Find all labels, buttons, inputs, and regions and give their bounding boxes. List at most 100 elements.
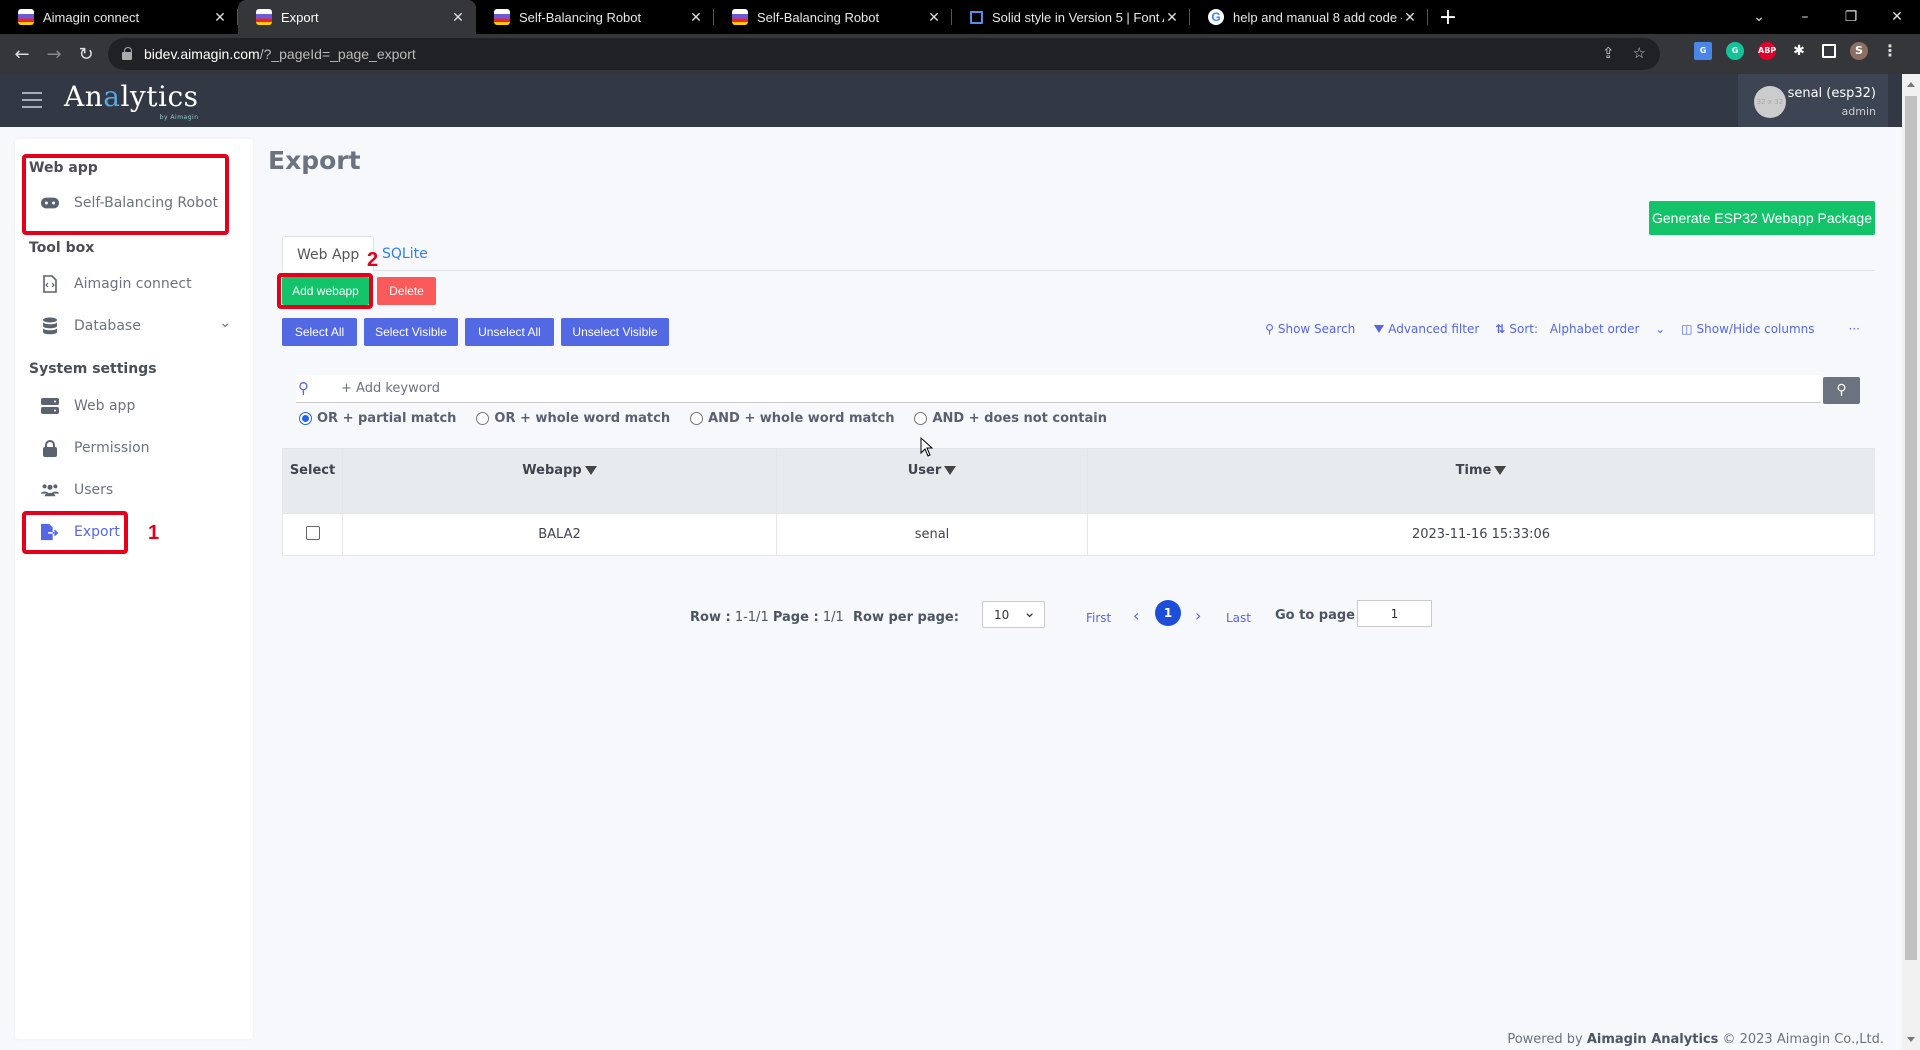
reload-icon[interactable]: ↻ <box>70 44 102 65</box>
browser-tab-active[interactable]: Export ✕ <box>238 0 476 34</box>
unselect-all-button[interactable]: Unselect All <box>465 318 554 346</box>
first-page-link[interactable]: First <box>1086 611 1111 625</box>
side-panel-icon[interactable] <box>1822 44 1836 58</box>
column-header-select: Select <box>282 448 343 514</box>
radio-or-partial-match[interactable]: OR + partial match <box>299 411 456 426</box>
column-header-user[interactable]: User <box>776 448 1088 514</box>
tab-web-app[interactable]: Web App <box>282 236 375 272</box>
sort-dropdown[interactable]: ⇅ Sort: Alphabet order ⌄ <box>1495 322 1665 336</box>
analytics-logo[interactable]: Analytics by Aimagin <box>64 80 199 121</box>
rows-per-page-label: Row per page: <box>853 610 959 625</box>
sidebar: Web app Self-Balancing Robot Tool box Ai… <box>15 139 253 1039</box>
select-all-button[interactable]: Select All <box>282 318 357 346</box>
show-search-link[interactable]: ⚲ Show Search <box>1265 322 1355 336</box>
file-code-icon <box>41 275 59 293</box>
close-window-icon[interactable]: ✕ <box>1874 0 1920 34</box>
filter-icon[interactable] <box>944 466 957 475</box>
scroll-up-icon[interactable] <box>1907 82 1915 87</box>
hamburger-menu-icon[interactable] <box>22 92 42 108</box>
close-tab-icon[interactable]: ✕ <box>688 9 704 26</box>
browser-tab[interactable]: Ghelp and manual 8 add code - G ✕ <box>1190 0 1428 34</box>
filter-icon[interactable] <box>584 466 597 475</box>
match-mode-options: OR + partial match OR + whole word match… <box>299 411 1107 426</box>
forward-icon[interactable]: → <box>38 44 70 65</box>
tab-search-icon[interactable]: ⌄ <box>1736 0 1782 34</box>
chevron-down-icon[interactable]: ⌄ <box>219 315 231 331</box>
delete-button[interactable]: Delete <box>377 277 436 305</box>
browser-tab[interactable]: Self-Balancing Robot ✕ <box>714 0 952 34</box>
sidebar-item-web-app[interactable]: Web app <box>41 397 135 415</box>
restore-icon[interactable]: ❐ <box>1828 0 1874 34</box>
lock-icon <box>41 439 59 457</box>
new-tab-button[interactable]: + <box>1428 0 1468 34</box>
cell-webapp: BALA2 <box>342 513 777 556</box>
page-number-current[interactable]: 1 <box>1155 600 1181 626</box>
server-icon <box>41 397 59 415</box>
radio-or-whole-word-match[interactable]: OR + whole word match <box>476 411 670 426</box>
adblock-extension-icon[interactable]: ABP <box>1758 42 1776 60</box>
close-tab-icon[interactable]: ✕ <box>1164 9 1180 26</box>
profile-avatar[interactable]: S <box>1850 42 1868 60</box>
search-input[interactable]: + Add keyword <box>341 381 440 396</box>
unselect-visible-button[interactable]: Unselect Visible <box>561 318 669 346</box>
sidebar-item-database[interactable]: Database ⌄ <box>41 315 231 335</box>
tab-sqlite[interactable]: SQLite <box>376 236 434 272</box>
annotation-number-2: 2 <box>367 249 379 271</box>
close-tab-icon[interactable]: ✕ <box>212 9 228 26</box>
column-header-webapp[interactable]: Webapp <box>342 448 777 514</box>
export-table: Select Webapp User Time BALA2 senal 2023… <box>282 448 1875 556</box>
highlight-box-web-app <box>22 154 229 235</box>
advanced-filter-link[interactable]: Advanced filter <box>1371 322 1479 336</box>
extensions-puzzle-icon[interactable]: ✱ <box>1790 42 1808 60</box>
keyword-search-field[interactable]: ⚲ + Add keyword <box>296 375 1821 403</box>
pagination: Row : 1-1/1 Page : 1/1 Row per page: 10 … <box>690 600 1432 634</box>
show-hide-columns-link[interactable]: ◫ Show/Hide columns <box>1681 322 1814 336</box>
table-toolbar: ⚲ Show Search Advanced filter ⇅ Sort: Alph… <box>1265 322 1860 336</box>
minimize-icon[interactable]: – <box>1782 0 1828 34</box>
highlight-box-export <box>22 511 128 554</box>
translate-extension-icon[interactable]: G <box>1694 42 1712 60</box>
back-icon[interactable]: ← <box>6 44 38 65</box>
cell-user: senal <box>776 513 1088 556</box>
rows-per-page-select[interactable]: 10 <box>982 601 1045 628</box>
search-button[interactable]: ⚲ <box>1823 377 1860 404</box>
add-webapp-button[interactable]: Add webapp <box>282 277 369 305</box>
sidebar-section-system-settings: System settings <box>29 361 157 377</box>
close-tab-icon[interactable]: ✕ <box>450 9 466 26</box>
last-page-link[interactable]: Last <box>1226 611 1251 625</box>
page-title: Export <box>268 146 361 175</box>
grammarly-extension-icon[interactable]: G <box>1726 42 1744 60</box>
cell-time: 2023-11-16 15:33:06 <box>1087 513 1875 556</box>
scroll-down-icon[interactable] <box>1907 1037 1915 1042</box>
generate-esp32-package-button[interactable]: Generate ESP32 Webapp Package <box>1649 201 1875 235</box>
select-visible-button[interactable]: Select Visible <box>364 318 458 346</box>
scrollbar-thumb[interactable] <box>1905 96 1917 960</box>
next-page-icon[interactable]: › <box>1195 606 1201 625</box>
browser-tab[interactable]: Self-Balancing Robot ✕ <box>476 0 714 34</box>
browser-tab-bar: Aimagin connect ✕ Export ✕ Self-Balancing … <box>0 0 1920 34</box>
prev-page-icon[interactable]: ‹ <box>1133 606 1139 625</box>
close-tab-icon[interactable]: ✕ <box>926 9 942 26</box>
radio-and-does-not-contain[interactable]: AND + does not contain <box>914 411 1107 426</box>
share-icon[interactable]: ⇪ <box>1602 44 1615 62</box>
browser-menu-icon[interactable]: ⋮ <box>1882 42 1898 60</box>
go-to-page-input[interactable]: 1 <box>1357 600 1432 627</box>
sidebar-item-aimagin-connect[interactable]: Aimagin connect <box>41 275 192 293</box>
filter-icon[interactable] <box>1494 466 1507 475</box>
address-bar[interactable]: bidev.aimagin.com/?_pageId=_page_export … <box>108 38 1660 70</box>
export-tabs: Web App SQLite <box>282 236 1875 272</box>
sidebar-item-users[interactable]: Users <box>41 481 113 499</box>
page-scrollbar[interactable] <box>1902 74 1920 1050</box>
bookmark-star-icon[interactable]: ☆ <box>1633 44 1646 62</box>
browser-tab[interactable]: Aimagin connect ✕ <box>0 0 238 34</box>
user-menu[interactable]: 32 x 32 senal (esp32) admin <box>1738 74 1888 127</box>
browser-tab[interactable]: Solid style in Version 5 | Font Aw ✕ <box>952 0 1190 34</box>
sidebar-item-permission[interactable]: Permission <box>41 439 150 457</box>
column-header-time[interactable]: Time <box>1087 448 1875 514</box>
row-select-checkbox[interactable] <box>305 525 320 540</box>
close-tab-icon[interactable]: ✕ <box>1402 9 1418 26</box>
flag-favicon-icon <box>970 10 983 24</box>
aimagin-favicon-icon <box>256 9 272 25</box>
more-options-icon[interactable]: ··· <box>1849 322 1860 336</box>
radio-and-whole-word-match[interactable]: AND + whole word match <box>690 411 894 426</box>
